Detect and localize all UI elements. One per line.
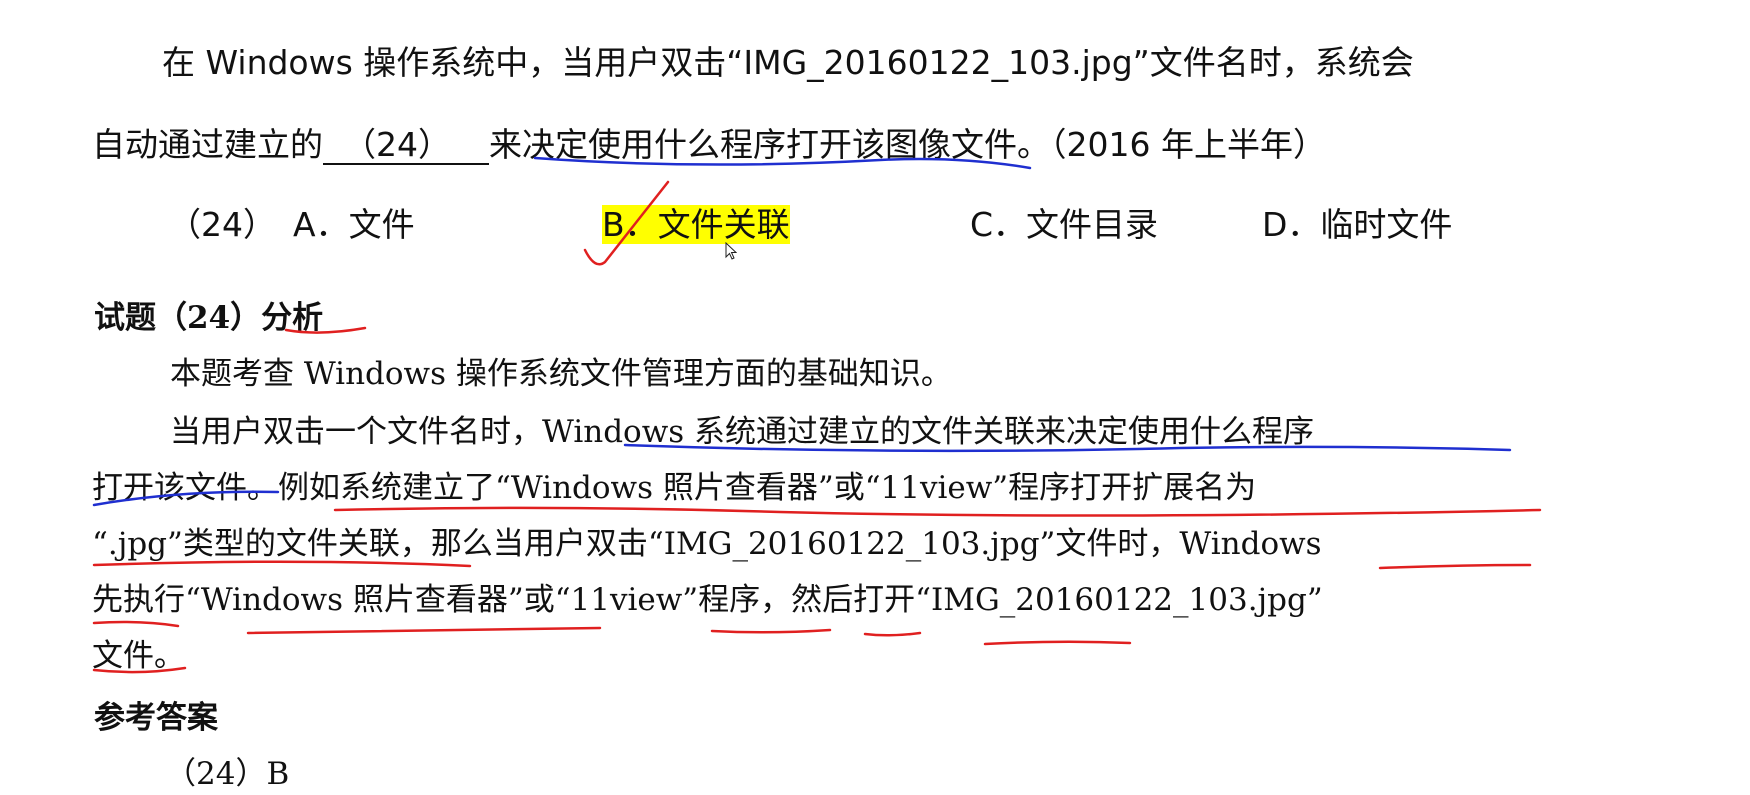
option-c: C．文件目录	[970, 205, 1159, 244]
red-underline-line4-b	[246, 626, 602, 635]
mouse-cursor-icon	[725, 242, 737, 260]
red-underline-line2	[333, 506, 1542, 517]
option-d: D．临时文件	[1262, 205, 1453, 244]
red-underline-line4-e	[983, 640, 1132, 646]
analysis-paragraph-2-line-3: “.jpg”类型的文件关联，那么当用户双击“IMG_20160122_103.j…	[92, 526, 1322, 562]
analysis-paragraph-2-line-5: 文件。	[92, 638, 185, 674]
analysis-paragraph-2-line-4: 先执行“Windows 照片查看器”或“11view”程序，然后打开“IMG_2…	[92, 582, 1323, 618]
option-b: B．文件关联	[602, 198, 790, 246]
red-underline-line4-d	[863, 631, 922, 637]
analysis-paragraph-2-line-1: 当用户双击一个文件名时，Windows 系统通过建立的文件关联来决定使用什么程序	[170, 414, 1314, 450]
question-line-2-prefix: 自动通过建立的	[92, 125, 323, 164]
option-a: A．文件	[293, 205, 415, 244]
red-underline-line3-b	[1378, 563, 1532, 570]
analysis-paragraph-1: 本题考查 Windows 操作系统文件管理方面的基础知识。	[170, 356, 952, 392]
question-line-2-suffix: 来决定使用什么程序打开该图像文件。（2016 年上半年）	[489, 125, 1326, 164]
option-number: （24）	[168, 205, 276, 244]
answer-value: （24）B	[165, 756, 290, 792]
analysis-paragraph-2-line-2: 打开该文件。例如系统建立了“Windows 照片查看器”或“11view”程序打…	[92, 470, 1257, 506]
question-line-1: 在 Windows 操作系统中，当用户双击“IMG_20160122_103.j…	[162, 43, 1414, 82]
answer-blank: （24）	[323, 127, 489, 165]
red-underline-line4-a	[92, 620, 180, 628]
analysis-heading: 试题（24）分析	[94, 300, 324, 336]
red-underline-line4-c	[710, 628, 832, 634]
option-b-highlight: B．文件关联	[602, 205, 790, 244]
answer-heading: 参考答案	[94, 700, 218, 736]
question-line-2: 自动通过建立的 （24） 来决定使用什么程序打开该图像文件。（2016 年上半年）	[92, 118, 1326, 166]
